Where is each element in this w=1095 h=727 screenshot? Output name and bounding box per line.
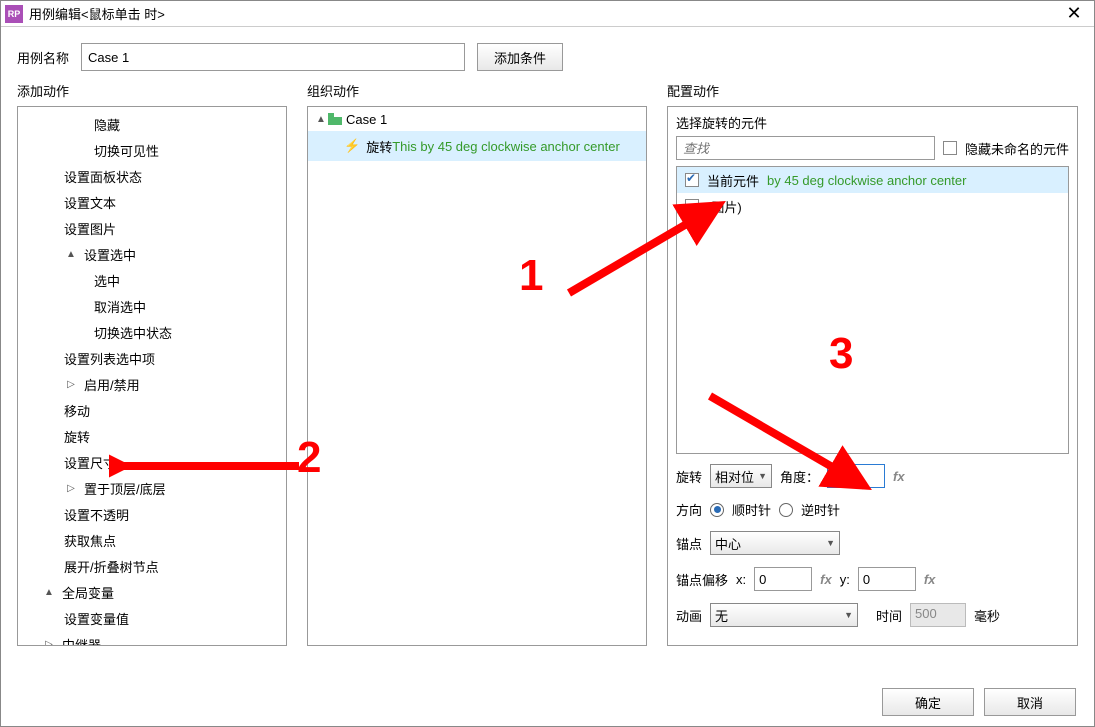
tree-item[interactable]: 设置列表选中项 [18, 345, 286, 371]
offset-y-input[interactable] [858, 567, 916, 591]
ccw-label: 逆时针 [801, 500, 840, 519]
fx-button[interactable]: fx [893, 469, 905, 484]
window-title: 用例编辑<鼠标单击 时> [29, 4, 1054, 23]
expand-icon: ▷ [42, 639, 56, 647]
tree-group[interactable]: ▷中继器 [18, 631, 286, 646]
tree-item[interactable]: 切换选中状态 [18, 319, 286, 345]
ms-label: 毫秒 [974, 606, 1000, 625]
widget-search-input[interactable] [676, 136, 935, 160]
tree-item[interactable]: 设置文本 [18, 189, 286, 215]
action-desc: This by 45 deg clockwise anchor center [392, 139, 620, 154]
tree-group[interactable]: ▷启用/禁用 [18, 371, 286, 397]
tree-item[interactable]: 隐藏 [18, 111, 286, 137]
chevron-down-icon: ▼ [826, 538, 835, 548]
offset-label: 锚点偏移 [676, 570, 728, 589]
tree-item[interactable]: 设置面板状态 [18, 163, 286, 189]
case-row[interactable]: ▲ Case 1 [308, 107, 646, 131]
widget-row-current[interactable]: 当前元件 by 45 deg clockwise anchor center [677, 167, 1068, 193]
x-label: x: [736, 572, 746, 587]
collapse-icon: ▲ [64, 249, 78, 260]
offset-x-input[interactable] [754, 567, 812, 591]
anchor-select[interactable]: 中心▼ [710, 531, 840, 555]
close-button[interactable]: ✕ [1054, 2, 1094, 26]
case-name-label: 用例名称 [17, 48, 69, 67]
ok-button[interactable]: 确定 [882, 688, 974, 716]
add-condition-button[interactable]: 添加条件 [477, 43, 563, 71]
col3-head: 配置动作 [667, 81, 1078, 106]
configure-head: 选择旋转的元件 [668, 107, 1077, 136]
ccw-radio[interactable] [779, 503, 793, 517]
widget-checkbox[interactable] [685, 173, 699, 187]
anchor-label: 锚点 [676, 534, 702, 553]
tree-item[interactable]: 切换可见性 [18, 137, 286, 163]
arrow-1-icon [559, 193, 739, 303]
widget-desc: by 45 deg clockwise anchor center [767, 173, 966, 188]
expand-icon: ▷ [64, 483, 78, 494]
chevron-down-icon: ▼ [844, 610, 853, 620]
action-tree-panel: 隐藏 切换可见性 设置面板状态 设置文本 设置图片 ▲设置选中 选中 取消选中 … [17, 106, 287, 646]
tree-item[interactable]: 移动 [18, 397, 286, 423]
expand-icon: ▷ [64, 379, 78, 390]
case-label: Case 1 [346, 112, 387, 127]
hide-unnamed-label: 隐藏未命名的元件 [965, 139, 1069, 158]
col1-head: 添加动作 [17, 81, 287, 106]
action-verb: 旋转 [366, 137, 392, 156]
tree-item[interactable]: 展开/折叠树节点 [18, 553, 286, 579]
case-name-row: 用例名称 添加条件 [1, 27, 1094, 81]
widget-label: 当前元件 [707, 171, 759, 190]
tree-item-rotate[interactable]: 旋转 [18, 423, 286, 449]
collapse-icon: ▲ [42, 587, 56, 598]
direction-label: 方向 [676, 500, 702, 519]
tree-item[interactable]: 设置不透明 [18, 501, 286, 527]
cancel-button[interactable]: 取消 [984, 688, 1076, 716]
cw-radio[interactable] [710, 503, 724, 517]
hide-unnamed-checkbox[interactable] [943, 141, 957, 155]
time-label: 时间 [876, 606, 902, 625]
fx-button[interactable]: fx [820, 572, 832, 587]
arrow-2-icon [109, 451, 309, 481]
tree-item[interactable]: 选中 [18, 267, 286, 293]
tree-item[interactable]: 设置变量值 [18, 605, 286, 631]
tree-group[interactable]: ▲全局变量 [18, 579, 286, 605]
dialog-footer: 确定 取消 [882, 688, 1076, 716]
cw-label: 顺时针 [732, 500, 771, 519]
tree-group[interactable]: ▲设置选中 [18, 241, 286, 267]
case-icon [328, 113, 342, 125]
collapse-icon: ▲ [314, 114, 328, 125]
case-name-input[interactable] [81, 43, 465, 71]
titlebar: RP 用例编辑<鼠标单击 时> ✕ [1, 1, 1094, 27]
anim-select[interactable]: 无▼ [710, 603, 858, 627]
time-input-disabled: 500 [910, 603, 966, 627]
fx-button[interactable]: fx [924, 572, 936, 587]
tree-item[interactable]: 获取焦点 [18, 527, 286, 553]
organize-panel: ▲ Case 1 ⚡ 旋转 This by 45 deg clockwise a… [307, 106, 647, 646]
configure-panel: 选择旋转的元件 隐藏未命名的元件 当前元件 by 45 deg clockwis… [667, 106, 1078, 646]
anim-label: 动画 [676, 606, 702, 625]
app-icon: RP [5, 5, 23, 23]
lightning-icon: ⚡ [344, 138, 360, 154]
action-row[interactable]: ⚡ 旋转 This by 45 deg clockwise anchor cen… [308, 131, 646, 161]
y-label: y: [840, 572, 850, 587]
tree-item[interactable]: 设置图片 [18, 215, 286, 241]
arrow-3-icon [695, 381, 885, 501]
col2-head: 组织动作 [307, 81, 647, 106]
tree-item[interactable]: 取消选中 [18, 293, 286, 319]
